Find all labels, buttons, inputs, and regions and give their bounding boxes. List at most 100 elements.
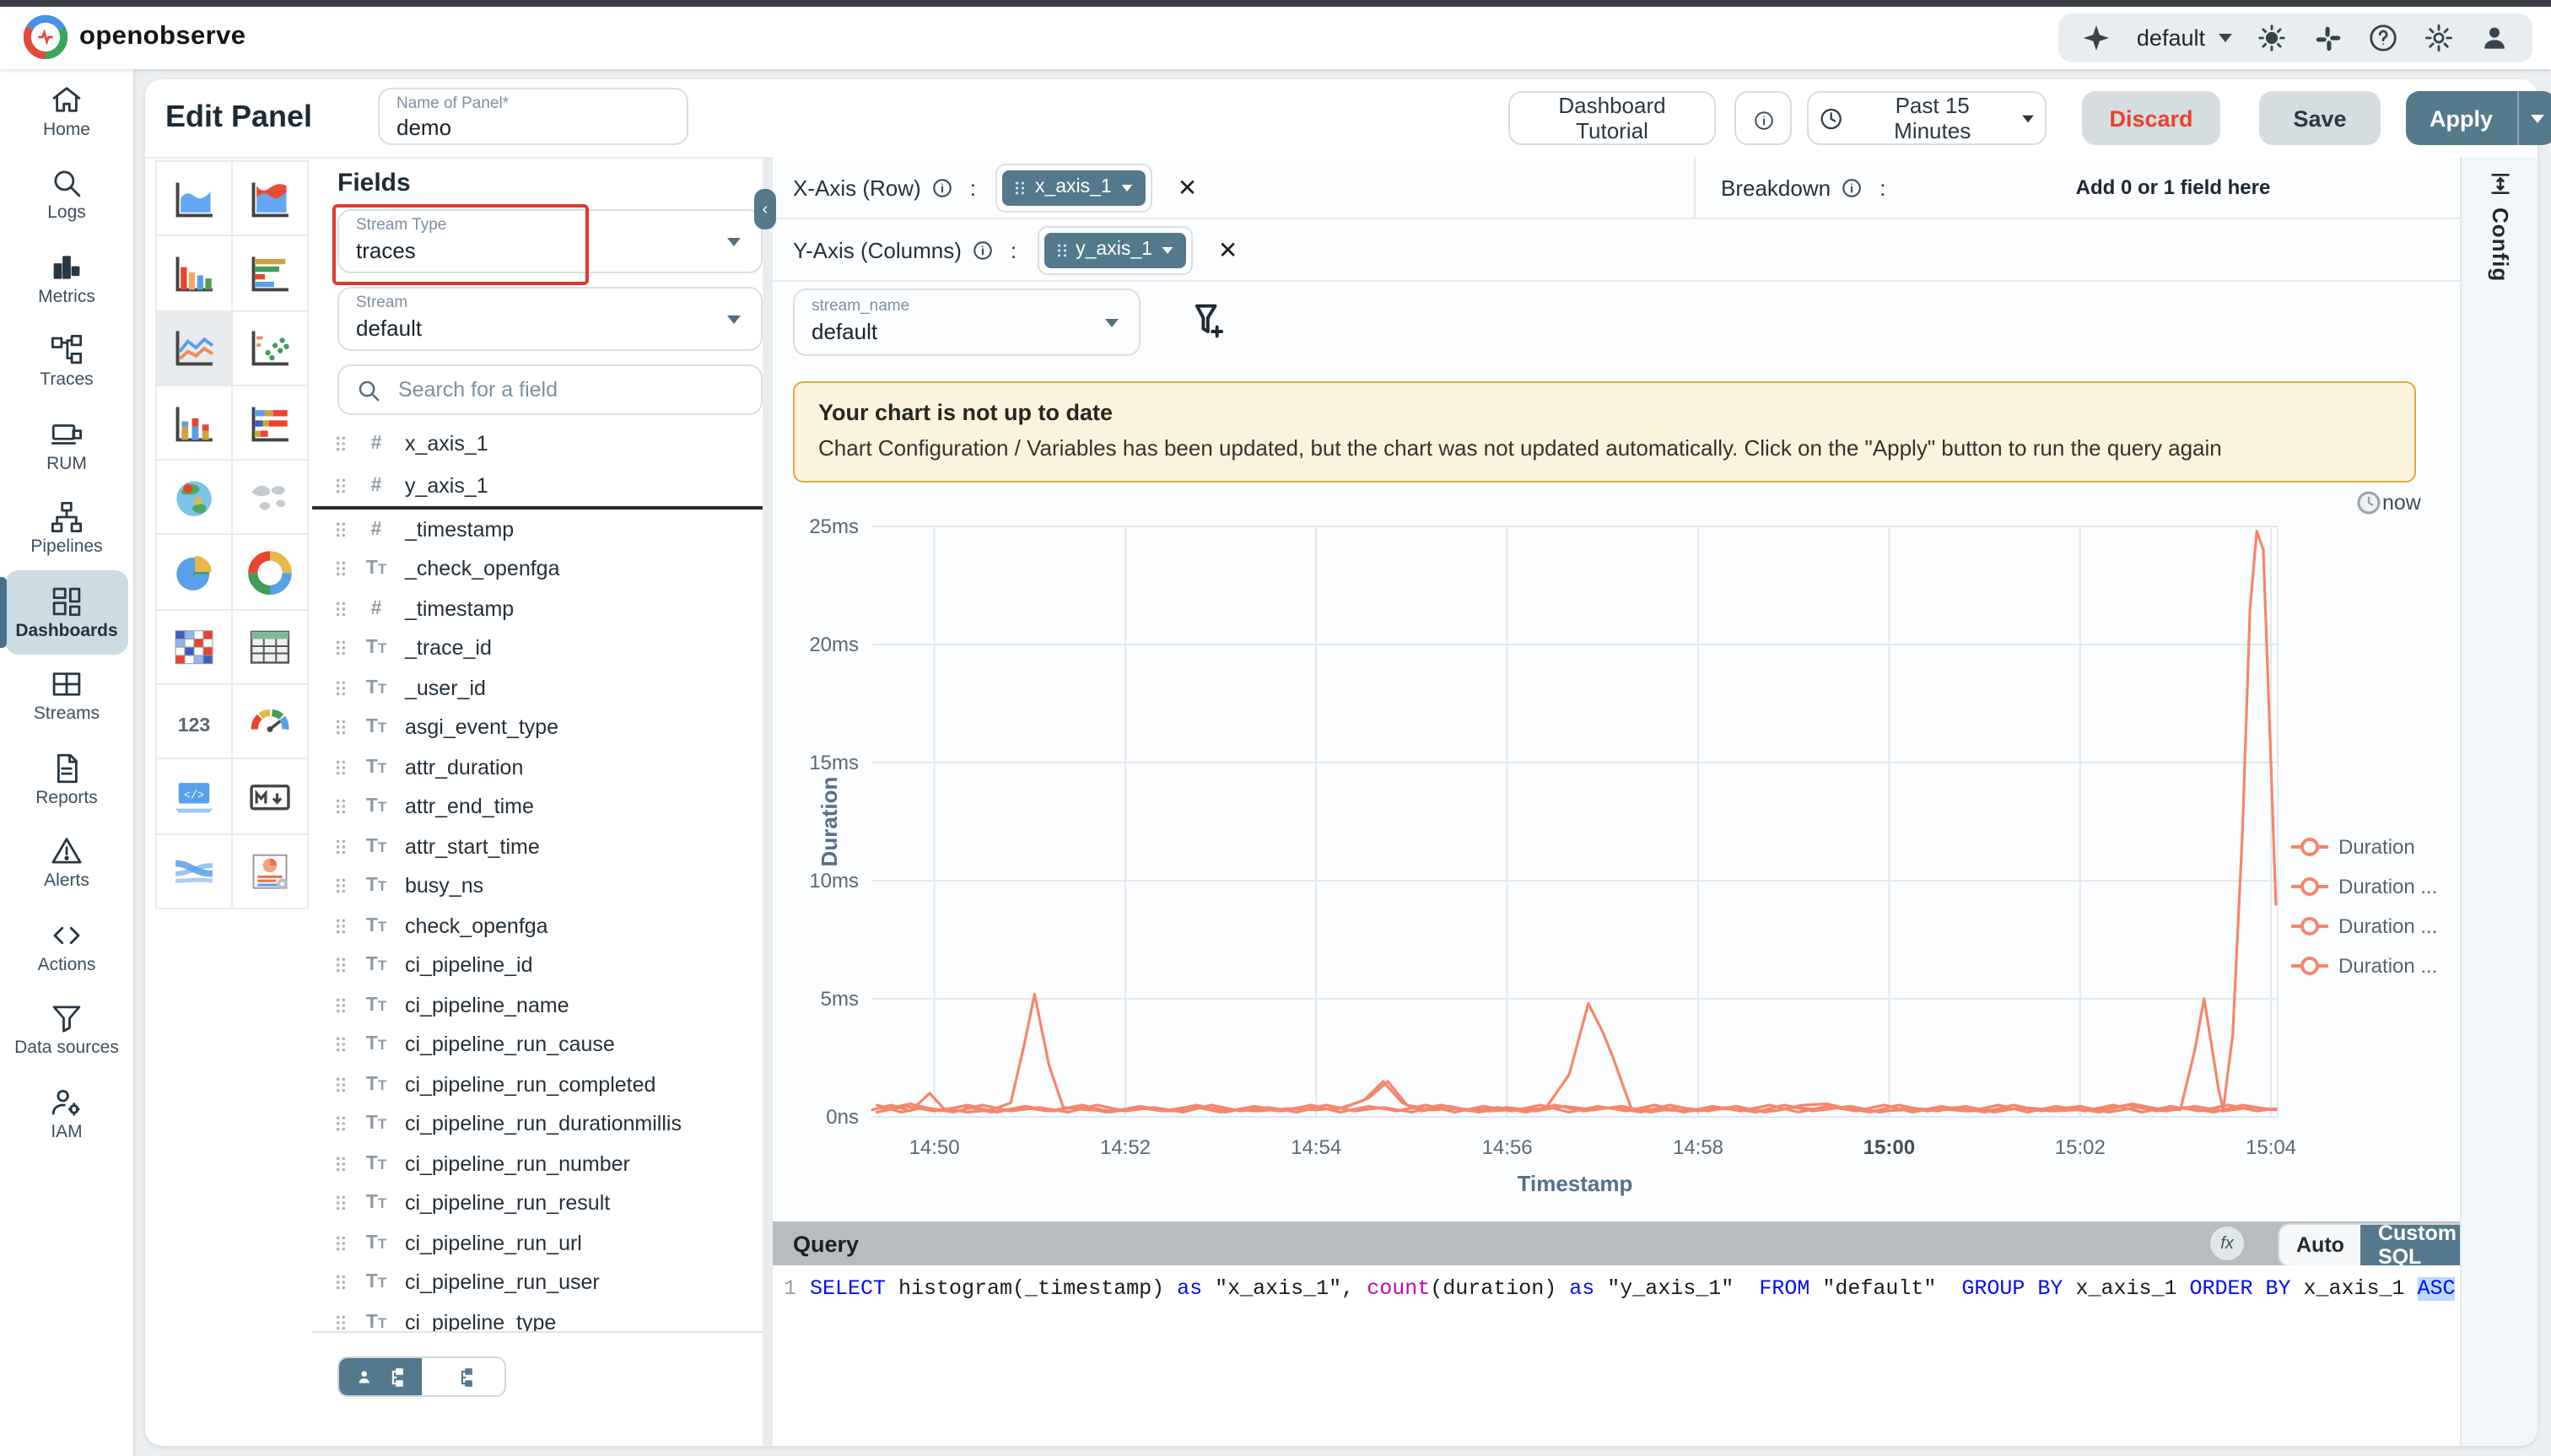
chart-type-scatter[interactable] bbox=[232, 311, 309, 386]
field-item-_user_id[interactable]: TT_user_id bbox=[312, 668, 763, 708]
drag-handle-icon[interactable] bbox=[334, 678, 348, 698]
field-item-ci_pipeline_run_number[interactable]: TTci_pipeline_run_number bbox=[312, 1144, 763, 1184]
x-axis-remove-button[interactable]: ✕ bbox=[1178, 173, 1197, 202]
drag-handle-icon[interactable] bbox=[334, 1035, 348, 1055]
stream-type-select[interactable]: Stream Type traces bbox=[337, 209, 763, 273]
sidebar-item-streams[interactable]: Streams bbox=[0, 654, 133, 737]
brand[interactable]: openobserve bbox=[24, 15, 245, 59]
drag-handle-icon[interactable] bbox=[334, 1114, 348, 1135]
drag-handle-icon[interactable] bbox=[334, 1194, 348, 1214]
drag-handle-icon[interactable] bbox=[334, 599, 348, 619]
chart-type-line[interactable] bbox=[155, 311, 232, 386]
timeseries-chart[interactable]: 0ns5ms10ms15ms20ms25ms14:5014:5214:5414:… bbox=[773, 486, 2460, 1211]
drag-handle-icon[interactable] bbox=[334, 1273, 348, 1293]
field-item-_timestamp[interactable]: #_timestamp bbox=[312, 510, 763, 549]
chart-type-stacked[interactable] bbox=[155, 386, 232, 461]
drag-handle-icon[interactable] bbox=[334, 475, 348, 495]
chart-type-h-stacked[interactable] bbox=[232, 386, 309, 461]
chart-type-custom-chart[interactable] bbox=[232, 834, 309, 909]
field-item-attr_start_time[interactable]: TTattr_start_time bbox=[312, 827, 763, 866]
drag-handle-icon[interactable] bbox=[334, 1233, 348, 1254]
chart-type-maps[interactable] bbox=[232, 461, 309, 536]
panel-name-input[interactable] bbox=[396, 115, 670, 140]
profile-icon[interactable] bbox=[2478, 22, 2511, 54]
field-item-ci_pipeline_id[interactable]: TTci_pipeline_id bbox=[312, 946, 763, 985]
field-item-_trace_id[interactable]: TT_trace_id bbox=[312, 628, 763, 668]
chart-type-area[interactable] bbox=[155, 162, 232, 237]
chart-type-table[interactable] bbox=[232, 611, 309, 686]
chart-type-pie[interactable] bbox=[155, 536, 232, 611]
apply-dropdown[interactable] bbox=[2516, 91, 2551, 145]
chart-type-html[interactable]: </> bbox=[155, 760, 232, 835]
apply-button[interactable]: Apply bbox=[2406, 91, 2551, 145]
breakdown-drop-hint[interactable]: Add 0 or 1 field here bbox=[1954, 157, 2392, 218]
chart-type-h-bar[interactable] bbox=[232, 237, 309, 312]
help-icon[interactable] bbox=[2367, 22, 2399, 54]
save-button[interactable]: Save bbox=[2259, 91, 2381, 145]
panel-info-button[interactable] bbox=[1734, 91, 1792, 145]
panel-splitter[interactable] bbox=[763, 157, 773, 1446]
sql-editor[interactable]: 1 SELECT histogram(_timestamp) as "x_axi… bbox=[773, 1265, 2460, 1446]
field-item-ci_pipeline_type[interactable]: TTci_pipeline_type bbox=[312, 1302, 763, 1331]
drag-handle-icon[interactable] bbox=[334, 758, 348, 778]
panel-name-field[interactable]: Name of Panel* bbox=[378, 88, 688, 145]
sidebar-item-data-sources[interactable]: Data sources bbox=[0, 988, 133, 1071]
sidebar-item-metrics[interactable]: Metrics bbox=[0, 236, 133, 320]
sidebar-item-home[interactable]: Home bbox=[0, 69, 133, 153]
drag-handle-icon[interactable] bbox=[334, 995, 348, 1016]
dashboard-tutorial-button[interactable]: Dashboard Tutorial bbox=[1508, 91, 1716, 145]
stream-name-select[interactable]: stream_name default bbox=[793, 289, 1141, 356]
field-item-_timestamp[interactable]: #_timestamp bbox=[312, 589, 763, 628]
drag-handle-icon[interactable] bbox=[334, 639, 348, 659]
sidebar-item-traces[interactable]: Traces bbox=[0, 320, 133, 403]
field-view-user-button[interactable] bbox=[339, 1358, 422, 1395]
drag-handle-icon[interactable] bbox=[334, 433, 348, 453]
org-selector[interactable]: default bbox=[2137, 25, 2232, 51]
field-item-ci_pipeline_run_cause[interactable]: TTci_pipeline_run_cause bbox=[312, 1025, 763, 1065]
drag-handle-icon[interactable] bbox=[334, 876, 348, 897]
field-item-_check_openfga[interactable]: TT_check_openfga bbox=[312, 549, 763, 589]
gear-icon[interactable] bbox=[2423, 22, 2455, 54]
discard-button[interactable]: Discard bbox=[2082, 91, 2220, 145]
sidebar-item-dashboards[interactable]: Dashboards bbox=[5, 570, 128, 654]
drag-handle-icon[interactable] bbox=[334, 956, 348, 976]
chart-type-geomap[interactable] bbox=[155, 461, 232, 536]
field-item-attr_duration[interactable]: TTattr_duration bbox=[312, 747, 763, 787]
config-tab[interactable]: Config bbox=[2462, 170, 2539, 282]
chart-type-gauge[interactable] bbox=[232, 685, 309, 760]
field-item-ci_pipeline_run_url[interactable]: TTci_pipeline_run_url bbox=[312, 1223, 763, 1263]
sidebar-item-rum[interactable]: RUM bbox=[0, 403, 133, 487]
field-item-attr_end_time[interactable]: TTattr_end_time bbox=[312, 787, 763, 827]
drag-handle-icon[interactable] bbox=[334, 837, 348, 857]
field-item-ci_pipeline_run_user[interactable]: TTci_pipeline_run_user bbox=[312, 1263, 763, 1302]
drag-handle-icon[interactable] bbox=[334, 1075, 348, 1095]
field-item-asgi_event_type[interactable]: TTasgi_event_type bbox=[312, 708, 763, 747]
time-range-selector[interactable]: Past 15 Minutes bbox=[1807, 91, 2047, 145]
function-icon[interactable]: fx bbox=[2210, 1227, 2244, 1260]
field-item-ci_pipeline_run_durationmillis[interactable]: TTci_pipeline_run_durationmillis bbox=[312, 1104, 763, 1144]
field-item-ci_pipeline_run_completed[interactable]: TTci_pipeline_run_completed bbox=[312, 1065, 763, 1104]
chart-type-sankey[interactable] bbox=[155, 834, 232, 909]
stream-select[interactable]: Stream default bbox=[337, 287, 763, 351]
slack-icon[interactable] bbox=[2311, 22, 2343, 54]
chart-type-bar[interactable] bbox=[155, 237, 232, 312]
chart-type-markdown[interactable] bbox=[232, 760, 309, 835]
sidebar-item-iam[interactable]: IAM bbox=[0, 1071, 133, 1155]
collapse-fields-handle[interactable]: ‹ bbox=[754, 189, 776, 229]
query-mode-custom-sql-button[interactable]: Custom SQL bbox=[2361, 1225, 2473, 1265]
chart-type-donut[interactable] bbox=[232, 536, 309, 611]
y-axis-remove-button[interactable]: ✕ bbox=[1218, 235, 1238, 264]
sidebar-item-actions[interactable]: Actions bbox=[0, 904, 133, 988]
drag-handle-icon[interactable] bbox=[334, 559, 348, 580]
sidebar-item-reports[interactable]: Reports bbox=[0, 737, 133, 821]
x-axis-field-pill[interactable]: x_axis_1 bbox=[1003, 170, 1146, 205]
field-item-ci_pipeline_run_result[interactable]: TTci_pipeline_run_result bbox=[312, 1184, 763, 1223]
field-item-busy_ns[interactable]: TTbusy_ns bbox=[312, 866, 763, 906]
sidebar-item-logs[interactable]: Logs bbox=[0, 153, 133, 236]
field-item-y_axis_1[interactable]: #y_axis_1 bbox=[312, 464, 763, 506]
drag-handle-icon[interactable] bbox=[334, 1154, 348, 1174]
drag-handle-icon[interactable] bbox=[334, 797, 348, 817]
field-search-input[interactable] bbox=[395, 376, 744, 403]
add-filter-button[interactable] bbox=[1188, 299, 1232, 342]
drag-handle-icon[interactable] bbox=[334, 1313, 348, 1332]
